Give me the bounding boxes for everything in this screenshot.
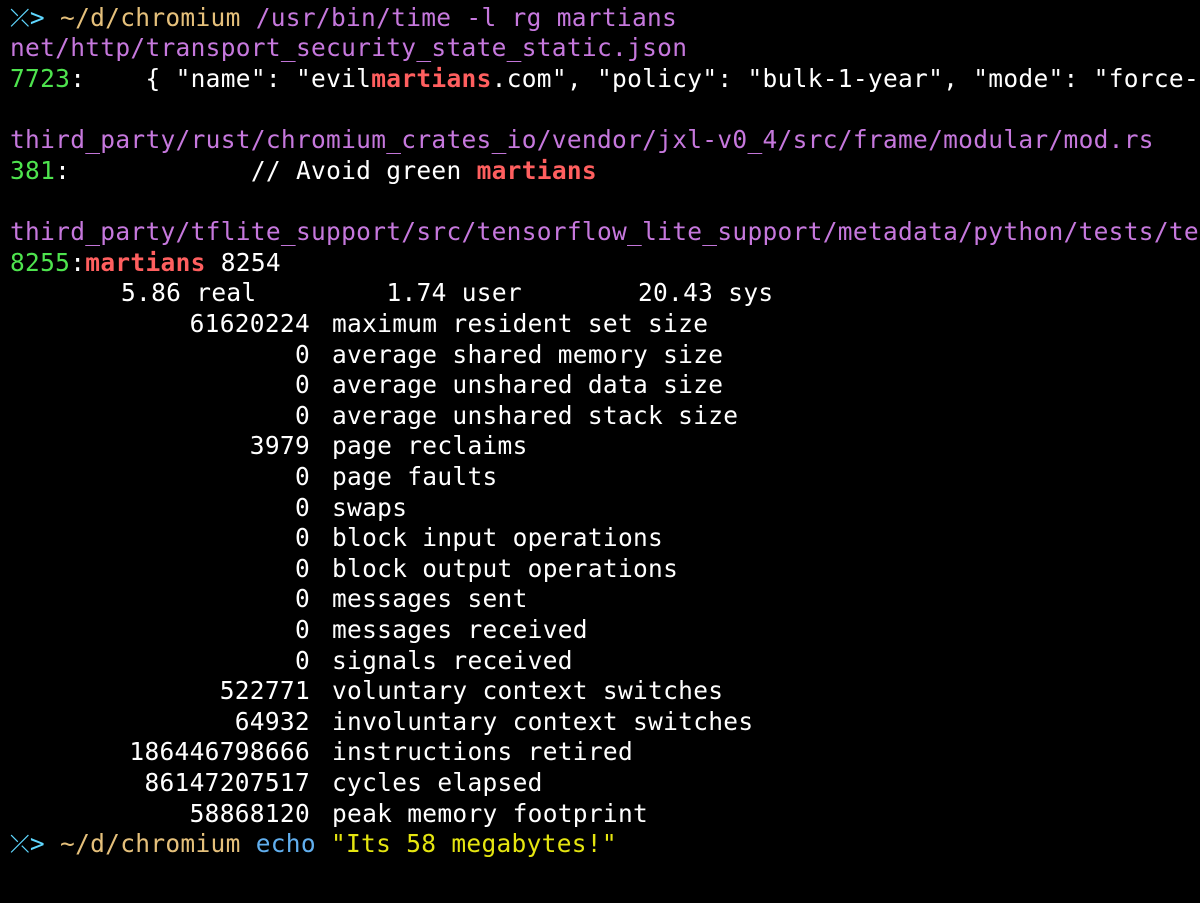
line-number: 8255 — [10, 248, 71, 277]
stat-row: 0 average unshared data size — [10, 370, 723, 400]
result-line-2: 381: // Avoid green martians — [10, 156, 597, 186]
stat-value: 0 — [294, 615, 310, 644]
stat-value: 0 — [294, 400, 310, 430]
terminal-window[interactable]: ⤫> ~/d/chromium /usr/bin/time -l rg mart… — [0, 0, 1200, 903]
timing-line: 5.86 real 1.74 user 20.43 sys — [10, 278, 773, 308]
stat-row: 0 messages received — [10, 615, 588, 645]
match-context-before: { "name": "evil — [85, 64, 372, 93]
user-time-label: user — [461, 278, 522, 307]
stat-label: page faults — [332, 462, 498, 491]
stat-row: 3979 page reclaims — [10, 431, 528, 461]
echo-string-argument: "Its 58 megabytes!" — [330, 829, 617, 858]
match-context-after: 8254 — [205, 248, 281, 277]
result-path-1: net/http/transport_security_state_static… — [10, 33, 687, 63]
stat-value: 0 — [294, 339, 310, 369]
stat-value: 86147207517 — [144, 768, 310, 797]
stat-value: 58868120 — [189, 798, 310, 828]
match-context-before: // Avoid green — [70, 156, 477, 185]
stat-row: 58868120 peak memory footprint — [10, 799, 648, 829]
stat-label: block output operations — [332, 553, 679, 583]
stat-value: 522771 — [219, 676, 310, 706]
stat-label: maximum resident set size — [332, 309, 709, 338]
echo-command: echo — [255, 829, 316, 858]
file-path: net/http/transport_security_state_static… — [10, 33, 688, 62]
stat-row: 64932 involuntary context switches — [10, 707, 753, 737]
stat-row: 0 signals received — [10, 646, 573, 676]
result-path-2: third_party/rust/chromium_crates_io/vend… — [10, 125, 1154, 155]
stat-row: 0 average shared memory size — [10, 340, 723, 370]
separator-colon: : — [70, 248, 86, 277]
result-line-1: 7723: { "name": "evilmartians.com", "pol… — [10, 64, 1200, 94]
sys-time-value: 20.43 — [637, 278, 714, 307]
stat-label: peak memory footprint — [332, 798, 649, 828]
stat-row: 0 swaps — [10, 493, 407, 523]
prompt-arrow-icon: ⤫> — [10, 3, 45, 32]
current-directory: ~/d/chromium — [60, 829, 241, 858]
stat-row: 0 messages sent — [10, 584, 528, 614]
stat-label: swaps — [332, 492, 408, 522]
stat-value: 0 — [294, 370, 310, 400]
stat-value: 0 — [294, 645, 310, 675]
stat-label: average unshared stack size — [332, 400, 739, 430]
result-path-3: third_party/tflite_support/src/tensorflo… — [10, 217, 1200, 247]
stat-value: 3979 — [249, 431, 310, 461]
separator-colon: : — [70, 64, 86, 93]
file-path: third_party/tflite_support/src/tensorflo… — [10, 217, 1200, 246]
match-highlight: martians — [85, 248, 206, 277]
stat-row: 0 block input operations — [10, 523, 663, 553]
stat-row: 186446798666 instructions retired — [10, 737, 633, 767]
sys-time-label: sys — [728, 278, 774, 307]
stat-value: 186446798666 — [129, 737, 310, 767]
stat-label: voluntary context switches — [332, 676, 724, 706]
stat-row: 522771 voluntary context switches — [10, 676, 723, 706]
stat-row: 61620224 maximum resident set size — [10, 309, 708, 339]
match-highlight: martians — [476, 156, 597, 185]
stat-value: 0 — [294, 553, 310, 583]
stat-label: involuntary context switches — [332, 706, 754, 736]
match-context-after: .com", "policy": "bulk-1-year", "mode": … — [491, 64, 1200, 93]
real-time-value: 5.86 — [121, 278, 182, 307]
current-directory: ~/d/chromium — [60, 3, 241, 32]
stat-label: page reclaims — [332, 431, 528, 461]
stat-row: 86147207517 cycles elapsed — [10, 768, 543, 798]
prompt-line-2[interactable]: ⤫> ~/d/chromium echo "Its 58 megabytes!" — [10, 829, 617, 859]
line-number: 7723 — [10, 64, 71, 93]
real-time-label: real — [196, 278, 257, 307]
stat-label: signals received — [332, 645, 573, 675]
stat-label: average unshared data size — [332, 370, 724, 400]
line-number: 381 — [10, 156, 56, 185]
result-line-3: 8255:martians 8254 — [10, 248, 281, 278]
stat-value: 0 — [294, 462, 310, 491]
stat-label: messages sent — [332, 584, 528, 614]
file-path: third_party/rust/chromium_crates_io/vend… — [10, 125, 1154, 154]
stat-label: messages received — [332, 615, 588, 644]
stat-value: 61620224 — [189, 309, 310, 338]
stat-row: 0 page faults — [10, 462, 498, 492]
stat-label: block input operations — [332, 523, 664, 553]
stat-value: 0 — [294, 523, 310, 553]
command-text: /usr/bin/time -l rg martians — [255, 3, 678, 32]
stat-value: 0 — [294, 492, 310, 522]
stat-row: 0 average unshared stack size — [10, 401, 738, 431]
stat-value: 64932 — [234, 706, 310, 736]
match-highlight: martians — [371, 64, 492, 93]
prompt-arrow-icon: ⤫> — [10, 829, 45, 858]
prompt-line-1: ⤫> ~/d/chromium /usr/bin/time -l rg mart… — [10, 3, 677, 33]
user-time-value: 1.74 — [386, 278, 447, 307]
stat-label: average shared memory size — [332, 339, 724, 369]
stat-label: cycles elapsed — [332, 768, 543, 797]
stat-value: 0 — [294, 584, 310, 614]
stat-label: instructions retired — [332, 737, 634, 767]
stat-row: 0 block output operations — [10, 554, 678, 584]
separator-colon: : — [55, 156, 71, 185]
